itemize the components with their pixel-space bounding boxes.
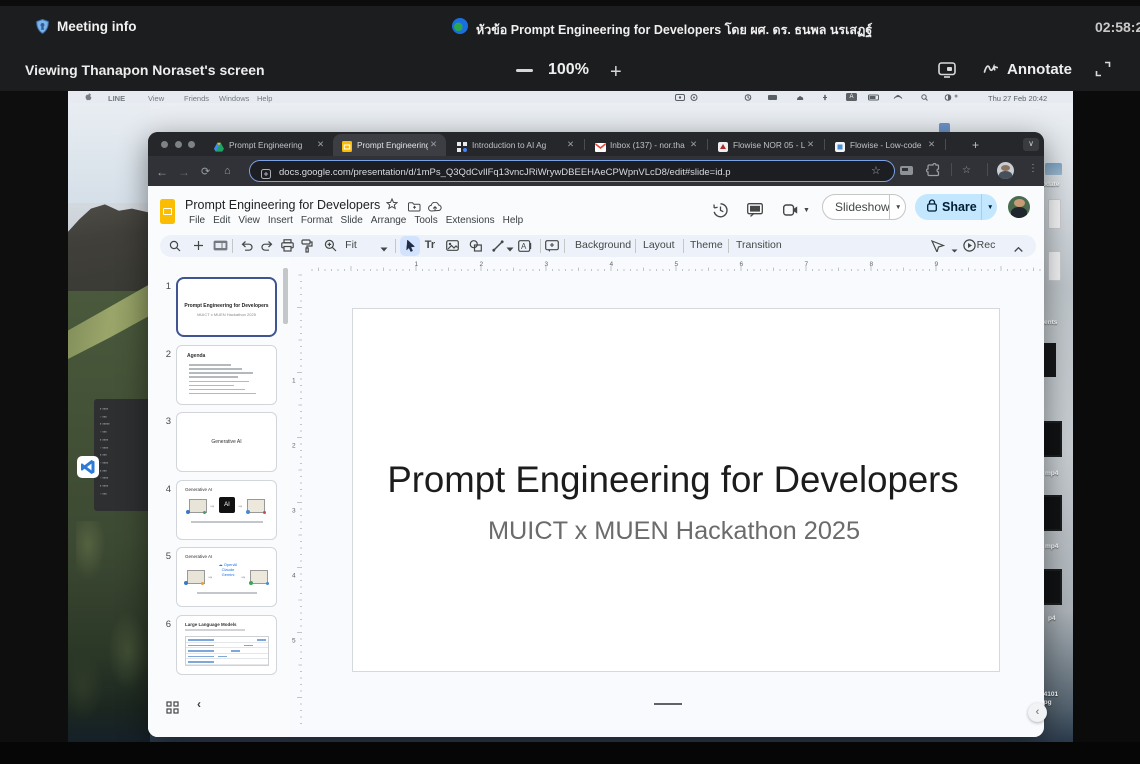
svg-text:6: 6 (740, 261, 744, 268)
svg-text:8: 8 (870, 261, 874, 268)
svg-text:4: 4 (610, 261, 614, 268)
svg-text:A: A (521, 242, 527, 251)
svg-text:5: 5 (675, 261, 679, 268)
svg-text:3: 3 (292, 508, 296, 515)
svg-text:1: 1 (415, 261, 419, 268)
svg-text:2: 2 (292, 443, 296, 450)
svg-text:4: 4 (292, 573, 296, 580)
svg-text:7: 7 (805, 261, 809, 268)
svg-text:9: 9 (935, 261, 939, 268)
svg-text:2: 2 (480, 261, 484, 268)
svg-text:3: 3 (545, 261, 549, 268)
svg-text:5: 5 (292, 638, 296, 645)
svg-text:1: 1 (292, 378, 296, 385)
